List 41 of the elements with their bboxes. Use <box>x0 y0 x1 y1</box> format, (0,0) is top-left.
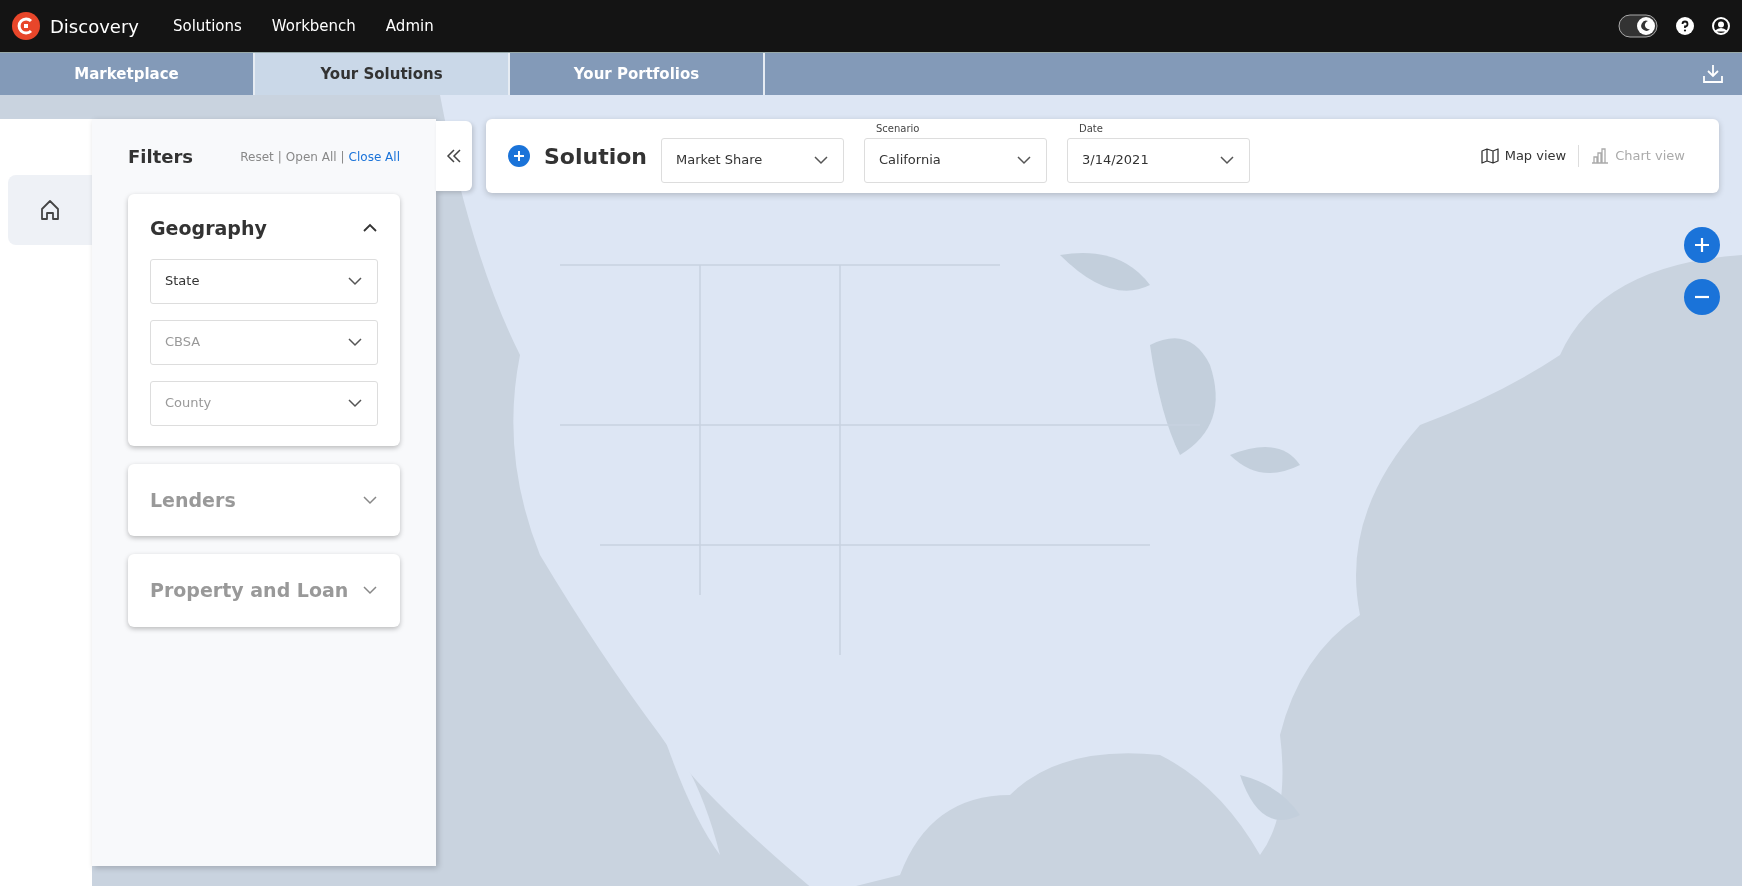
plus-icon <box>1694 237 1710 253</box>
collapse-button[interactable] <box>436 121 472 191</box>
nav-link[interactable]: Workbench <box>271 14 356 38</box>
expand-icon[interactable] <box>362 585 378 596</box>
panel-title: Filters <box>128 145 194 169</box>
chevron-down-icon <box>1219 155 1235 165</box>
nav-link[interactable]: Solutions <box>172 14 242 38</box>
nav-link[interactable]: Admin <box>385 14 434 38</box>
field-label: Date <box>1079 122 1103 135</box>
map-icon <box>1480 148 1499 164</box>
chevron-down-icon <box>347 398 363 408</box>
link[interactable]: Open All <box>285 147 337 166</box>
add-icon[interactable] <box>508 145 530 167</box>
select-field[interactable]: 3/14/2021 <box>1067 137 1250 183</box>
user-icon[interactable] <box>1712 17 1730 35</box>
chevron-down-icon <box>347 337 363 347</box>
collapse-icon[interactable] <box>362 223 378 234</box>
section-title[interactable]: Geography <box>150 214 267 243</box>
view-button[interactable]: Map view <box>1468 146 1579 166</box>
double-chevron-icon <box>446 148 462 164</box>
download-icon[interactable] <box>1702 63 1724 84</box>
expand-icon[interactable] <box>362 494 378 505</box>
chevron-down-icon <box>1016 155 1032 165</box>
toolbar-title: Solution <box>544 142 647 171</box>
home-icon <box>39 199 61 221</box>
theme-toggle[interactable] <box>1618 14 1658 38</box>
separator: | <box>340 148 345 166</box>
select-field[interactable]: State <box>150 258 378 304</box>
separator: | <box>277 148 282 166</box>
select-field[interactable]: Market Share <box>661 137 844 183</box>
chevron-down-icon <box>813 155 829 165</box>
help-icon[interactable] <box>1676 17 1694 35</box>
logo-icon <box>12 12 40 40</box>
link[interactable]: Close All <box>348 147 400 166</box>
app-name: Discovery <box>50 14 139 39</box>
tab[interactable]: Your Solutions <box>255 53 510 95</box>
chevron-down-icon <box>347 276 363 286</box>
field-label: Scenario <box>876 122 920 135</box>
bar-chart-icon <box>1591 148 1610 164</box>
select-field[interactable]: California <box>864 137 1047 183</box>
home-button[interactable] <box>8 175 92 245</box>
